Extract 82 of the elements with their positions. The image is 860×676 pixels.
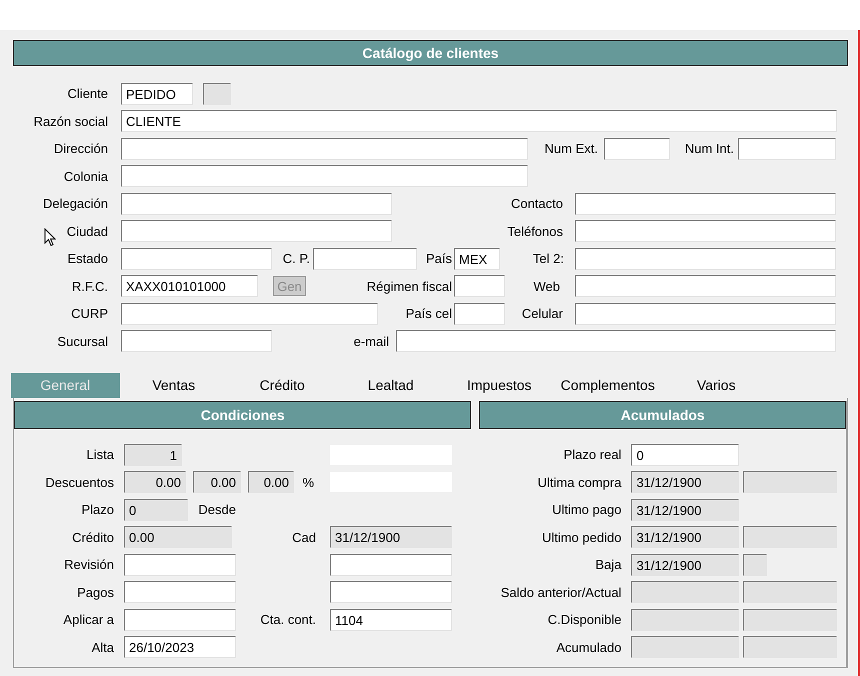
field-label: Régimen fiscal [366,278,452,294]
field-label: CURP [70,306,108,322]
field-label: Revisión [63,557,114,572]
field-label: Aplicar a [62,612,114,628]
text-field[interactable] [124,608,236,631]
field-label: Pagos [76,584,114,600]
field-label: Dirección [52,141,108,156]
text-field[interactable] [121,138,528,160]
field-label: País [424,251,452,266]
field-label: Num Int. [684,141,734,156]
text-field[interactable] [121,302,378,325]
text-field[interactable] [121,192,392,215]
text-field[interactable]: 26/10/2023 [124,636,236,658]
text-field[interactable] [396,330,836,352]
text-field[interactable] [575,192,836,215]
field-label: Tel 2: [532,251,564,266]
text-field[interactable] [313,248,417,270]
field-label: R.F.C. [70,278,108,294]
field-label: Ultimo pedido [540,530,622,545]
text-field[interactable] [124,554,236,576]
tab[interactable]: Crédito [228,373,336,398]
text-field[interactable] [330,554,452,576]
text-field[interactable] [330,581,452,604]
tab[interactable]: Ventas [120,373,228,398]
field-label: Descuentos [44,474,114,490]
tab[interactable]: Complementos [554,373,662,398]
field-label: Cad [291,530,316,545]
field-label: Contacto [510,196,563,212]
field-label: Sucursal [56,334,108,349]
field-label: e-mail [352,334,389,349]
text-field[interactable] [575,248,836,270]
field-label: Ciudad [66,224,108,239]
field-label: Estado [66,251,108,266]
text-field[interactable] [124,581,236,604]
field-label: Web [532,278,560,294]
field-label: Desde [197,502,236,518]
text-field[interactable] [575,275,836,298]
field-label: Ultima compra [536,474,622,490]
text-field[interactable] [575,302,836,325]
text-field[interactable]: PEDIDO [121,82,193,105]
field-label: C. P. [282,251,310,266]
text-field[interactable] [575,220,836,242]
field-label: % [301,474,314,490]
field-label: Cliente [66,86,108,102]
text-field[interactable]: 1104 [330,608,452,631]
field-label: Colonia [62,168,108,184]
field-label: Alta [90,640,114,655]
field-label: Razón social [32,114,108,129]
field-label: Ultimo pago [551,502,622,518]
field-label: Num Ext. [544,141,598,156]
field-label: Delegación [42,196,108,212]
mouse-pointer-icon [44,228,56,247]
field-label: Saldo anterior/Actual [500,584,622,600]
text-field[interactable] [604,138,670,160]
section-title-bar: Condiciones [14,401,472,429]
field-label: Celular [520,306,563,322]
field-label: Teléfonos [506,224,563,239]
text-field[interactable] [121,330,272,352]
text-field[interactable]: MEX [454,248,500,270]
tab[interactable]: Impuestos [445,373,554,398]
text-field[interactable] [121,248,272,270]
text-field[interactable] [121,220,392,242]
field-label: País cel [404,306,452,322]
text-field[interactable] [738,138,836,160]
section-title-bar: Acumulados [479,401,846,429]
text-field[interactable] [121,165,528,188]
text-field[interactable]: CLIENTE [121,110,837,132]
field-label: Lista [86,447,114,462]
tab[interactable]: Lealtad [336,373,445,398]
field-label: Plazo real [562,447,622,462]
text-field[interactable] [454,275,505,298]
field-label: Baja [594,557,622,572]
tab[interactable]: Varios [662,373,770,398]
field-label: C.Disponible [546,612,622,628]
text-field[interactable]: 0 [631,444,740,466]
text-field[interactable] [454,302,505,325]
field-label: Acumulado [555,640,622,655]
field-label: Crédito [71,530,114,545]
field-label: Plazo [80,502,114,518]
form-title-bar: Catálogo de clientes [13,40,848,66]
field-label: Cta. cont. [259,612,316,628]
text-field[interactable]: XAXX010101000 [121,275,258,298]
